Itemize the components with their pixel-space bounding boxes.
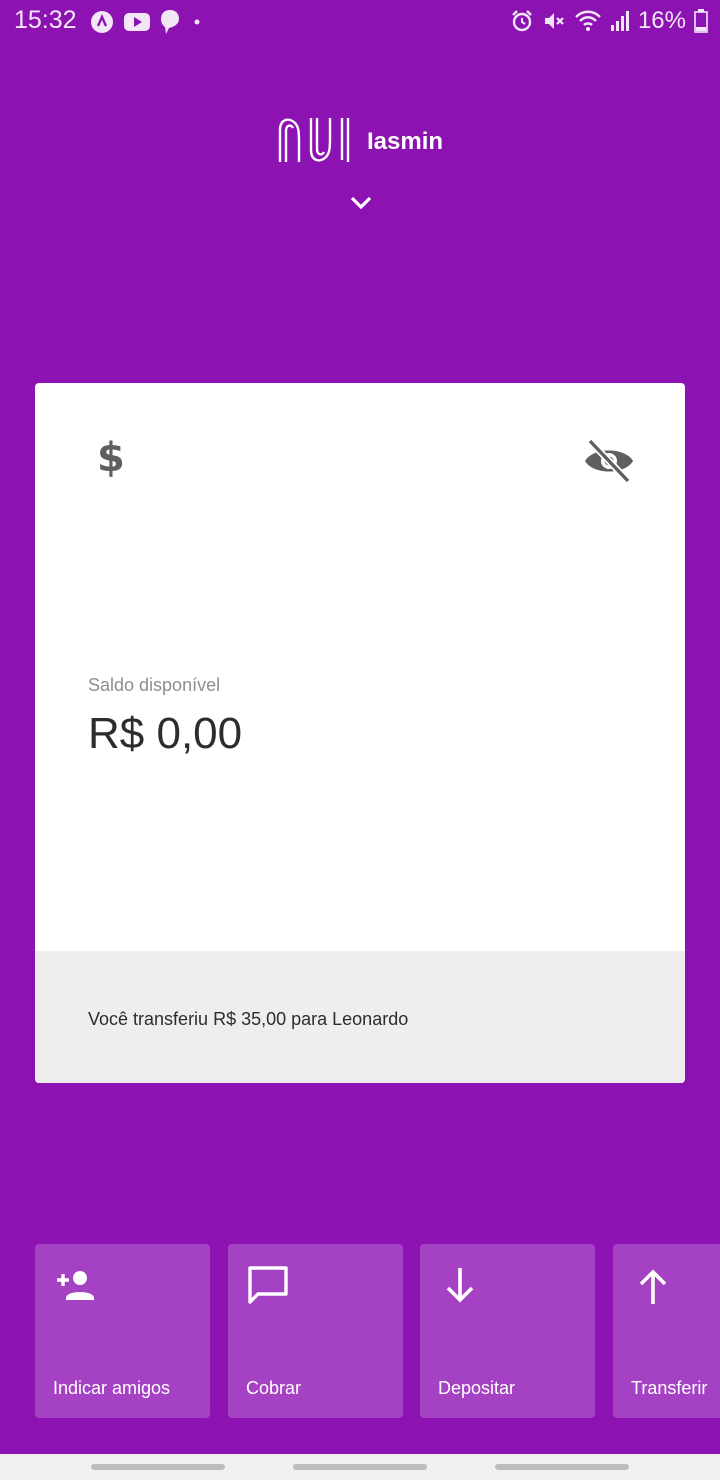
- nav-handle-right[interactable]: [495, 1464, 629, 1470]
- nav-handle-left[interactable]: [91, 1464, 225, 1470]
- user-name: Iasmin: [366, 128, 444, 155]
- shortcut-label: Depositar: [438, 1378, 516, 1398]
- shortcut-transferir[interactable]: Transferir: [613, 1244, 720, 1418]
- chevron-down-icon[interactable]: [348, 192, 374, 214]
- balance-label: Saldo disponível: [88, 675, 221, 695]
- status-time: 15:32: [14, 6, 77, 34]
- shortcut-depositar[interactable]: Depositar: [420, 1244, 595, 1418]
- alarm-icon: [510, 9, 534, 33]
- wifi-icon: [574, 9, 602, 33]
- signal-icon: [610, 10, 630, 32]
- nav-handle-center[interactable]: [293, 1464, 427, 1470]
- balance-value: R$ 0,00: [88, 709, 243, 758]
- youtube-icon: [124, 12, 150, 32]
- nubank-logo: [277, 114, 351, 171]
- system-nav-bar: [0, 1454, 720, 1480]
- recent-activity-banner[interactable]: Você transferiu R$ 35,00 para Leonardo: [35, 951, 685, 1083]
- arrow-up-icon: [631, 1264, 675, 1308]
- shortcut-label: Cobrar: [246, 1378, 302, 1398]
- notification-icon: [160, 9, 180, 35]
- app-notification-icon: [90, 10, 114, 34]
- shortcut-cobrar[interactable]: Cobrar: [228, 1244, 403, 1418]
- battery-icon: [694, 9, 708, 33]
- dot-icon: [190, 15, 204, 29]
- shortcut-label: Indicar amigos: [53, 1378, 171, 1398]
- shortcuts-row[interactable]: Indicar amigos Cobrar Depositar Transfer…: [0, 1244, 720, 1420]
- arrow-down-icon: [438, 1264, 482, 1308]
- battery-text: 16%: [637, 7, 686, 34]
- balance-card[interactable]: $ Saldo disponível R$ 0,00 Você transfer…: [35, 383, 685, 1083]
- status-left-icons: [90, 8, 214, 36]
- recent-activity-text: Você transferiu R$ 35,00 para Leonardo: [88, 1009, 409, 1029]
- account-header[interactable]: Iasmin: [0, 110, 720, 174]
- dollar-icon: $: [97, 435, 125, 481]
- status-right-icons: 16%: [502, 6, 708, 36]
- chat-icon: [246, 1264, 290, 1308]
- shortcut-label: Transferir: [631, 1378, 708, 1398]
- eye-off-icon[interactable]: [583, 437, 635, 485]
- mute-icon: [542, 9, 566, 33]
- shortcut-indicar-amigos[interactable]: Indicar amigos: [35, 1244, 210, 1418]
- add-person-icon: [53, 1264, 97, 1308]
- status-bar: 15:32 16%: [0, 0, 720, 44]
